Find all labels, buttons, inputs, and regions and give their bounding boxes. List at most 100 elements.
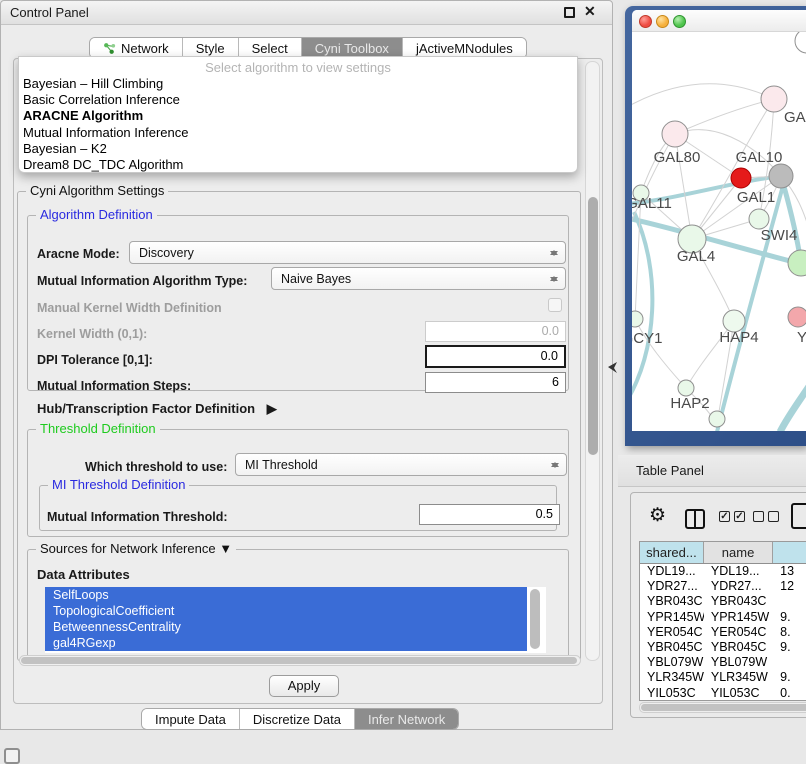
- network-node[interactable]: [709, 411, 725, 427]
- network-edge-strong[interactable]: [780, 382, 806, 431]
- expanded-arrow-icon[interactable]: ▼: [219, 541, 232, 556]
- mi-threshold-group-title: MI Threshold Definition: [48, 477, 189, 492]
- split-columns-icon[interactable]: [685, 509, 705, 529]
- apply-button[interactable]: Apply: [269, 675, 339, 697]
- table-cell: YBR045C: [704, 640, 773, 655]
- bottom-tab-discretize-data[interactable]: Discretize Data: [240, 709, 355, 729]
- column-header[interactable]: shared...: [640, 542, 704, 563]
- algorithm-item[interactable]: Bayesian – K2: [19, 141, 577, 157]
- minimize-traffic-light-icon[interactable]: [656, 15, 669, 28]
- spinner-arrows-icon: [550, 272, 558, 286]
- table-horizontal-scrollbar[interactable]: [639, 702, 806, 713]
- table-cell: 9.: [773, 640, 806, 655]
- collapsed-arrow-icon[interactable]: ▶: [267, 401, 277, 416]
- bottom-tab-impute-data[interactable]: Impute Data: [142, 709, 240, 729]
- table-cell: YLR345W: [640, 670, 704, 685]
- zoom-traffic-light-icon[interactable]: [673, 15, 686, 28]
- sources-title-text: Sources for Network Inference: [40, 541, 216, 556]
- network-edge[interactable]: [675, 99, 774, 134]
- bottom-tab-infer-network[interactable]: Infer Network: [355, 709, 458, 729]
- tab-label: Network: [121, 41, 169, 56]
- table-cell: YPR145W: [704, 610, 773, 625]
- float-window-icon[interactable]: [564, 7, 575, 18]
- table-cell: YBR043C: [704, 594, 773, 609]
- tab-style[interactable]: Style: [183, 38, 239, 58]
- algorithm-item[interactable]: Bayesian – Hill Climbing: [19, 76, 577, 92]
- close-traffic-light-icon[interactable]: [639, 15, 652, 28]
- table-row[interactable]: YPR145WYPR145W9.: [640, 610, 806, 625]
- network-node[interactable]: [632, 311, 643, 327]
- attribute-item[interactable]: gal4RGexp: [45, 635, 527, 651]
- deselect-all-columns-icon[interactable]: [753, 511, 779, 522]
- which-threshold-select[interactable]: MI Threshold: [235, 453, 567, 476]
- network-node[interactable]: [731, 168, 751, 188]
- node-label: HAP4: [719, 329, 758, 346]
- attribute-item[interactable]: TopologicalCoefficient: [45, 603, 527, 619]
- network-node[interactable]: [662, 121, 688, 147]
- kernel-width-field[interactable]: 0.0: [425, 321, 566, 342]
- network-node[interactable]: [769, 164, 793, 188]
- mi-threshold-field[interactable]: 0.5: [419, 504, 560, 525]
- tab-network[interactable]: Network: [90, 38, 183, 58]
- bottom-tab-label: Discretize Data: [253, 712, 341, 727]
- gear-icon[interactable]: ⚙: [649, 504, 666, 527]
- node-label: SWI4: [761, 227, 798, 244]
- spinner-arrows-icon: [551, 458, 559, 472]
- table-row[interactable]: YER054CYER054C8.: [640, 625, 806, 640]
- network-node[interactable]: [749, 209, 769, 229]
- manual-kernel-label: Manual Kernel Width Definition: [37, 301, 222, 315]
- network-edge[interactable]: [632, 84, 774, 107]
- tab-jactivemnodules[interactable]: jActiveMNodules: [403, 38, 526, 58]
- attribute-item[interactable]: SelfLoops: [45, 587, 527, 603]
- table-row[interactable]: YBL079WYBL079W: [640, 655, 806, 670]
- node-label: GAL11: [632, 195, 672, 212]
- manual-kernel-checkbox[interactable]: [548, 298, 562, 312]
- close-icon[interactable]: ✕: [584, 3, 596, 20]
- mi-type-select[interactable]: Naive Bayes: [271, 267, 566, 290]
- data-attributes-list[interactable]: SelfLoopsTopologicalCoefficientBetweenne…: [45, 587, 546, 653]
- settings-horizontal-scrollbar[interactable]: [19, 655, 581, 666]
- mi-steps-field[interactable]: 6: [425, 372, 566, 393]
- node-label: GAL1: [737, 189, 775, 206]
- network-canvas[interactable]: GALGAL80GAL10GAL11GAL1SWI4GAL4GCY1HAP4YH…: [632, 32, 806, 431]
- table-row[interactable]: YBR045CYBR045C9.: [640, 640, 806, 655]
- algorithm-item[interactable]: ARACNE Algorithm: [19, 108, 577, 124]
- attributes-scrollbar-thumb[interactable]: [530, 589, 540, 649]
- attribute-item[interactable]: BetweennessCentrality: [45, 619, 527, 635]
- settings-scrollbar[interactable]: [585, 61, 600, 661]
- hub-definition-toggle[interactable]: Hub/Transcription Factor Definition ▶: [37, 401, 277, 417]
- table-row[interactable]: YBR043CYBR043C: [640, 594, 806, 609]
- network-node[interactable]: [788, 307, 806, 327]
- algorithm-item[interactable]: Mutual Information Inference: [19, 125, 577, 141]
- settings-scrollbar-thumb[interactable]: [588, 197, 598, 455]
- aracne-mode-select[interactable]: Discovery: [129, 241, 566, 264]
- network-node[interactable]: [795, 32, 806, 53]
- select-all-columns-icon[interactable]: ✓ ✓: [719, 511, 745, 522]
- network-edge-strong[interactable]: [632, 212, 652, 402]
- table-cell: [773, 655, 806, 670]
- table-row[interactable]: YDR27...YDR27...12: [640, 579, 806, 594]
- mouse-cursor: [608, 362, 618, 374]
- network-node[interactable]: [678, 380, 694, 396]
- tab-select[interactable]: Select: [239, 38, 302, 58]
- column-header[interactable]: name: [704, 542, 773, 563]
- table-row[interactable]: YIL053CYIL053C0.: [640, 686, 806, 701]
- network-node[interactable]: [788, 250, 806, 276]
- algorithm-item[interactable]: Basic Correlation Inference: [19, 92, 577, 108]
- spinner-arrows-icon: [550, 246, 558, 260]
- table-function-icon[interactable]: [791, 503, 806, 529]
- table-horizontal-scrollbar-thumb[interactable]: [641, 704, 806, 711]
- dpi-tolerance-field[interactable]: 0.0: [425, 345, 566, 368]
- table-row[interactable]: YDL19...YDL19...13: [640, 564, 806, 579]
- mi-steps-label: Mutual Information Steps:: [37, 379, 191, 393]
- table-row[interactable]: YLR345WYLR345W9.: [640, 670, 806, 685]
- sources-group-title[interactable]: Sources for Network Inference ▼: [36, 541, 236, 556]
- table-cell: 0.: [773, 686, 806, 701]
- table-cell: YBL079W: [640, 655, 704, 670]
- table-panel: ⚙ ✓ ✓ shared...name YDL19...YDL19...13YD…: [630, 492, 806, 718]
- settings-horizontal-scrollbar-thumb[interactable]: [21, 657, 577, 664]
- column-header[interactable]: [773, 542, 806, 563]
- table-panel-titlebar: Table Panel: [618, 455, 806, 487]
- algorithm-item[interactable]: Dream8 DC_TDC Algorithm: [19, 157, 577, 173]
- tab-cyni-toolbox[interactable]: Cyni Toolbox: [302, 38, 403, 58]
